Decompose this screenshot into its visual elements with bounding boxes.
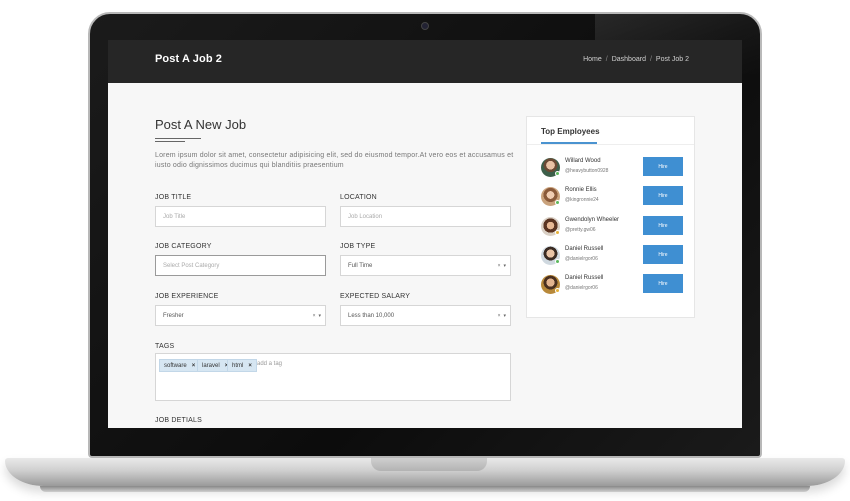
employee-handle: @pretty.gw06 [565,227,596,233]
employee-name: Gwendolyn Wheeler [565,217,620,223]
hire-button[interactable]: Hire [643,245,683,264]
status-dot [555,200,560,205]
tag-label: software [164,362,187,369]
breadcrumb-home[interactable]: Home [583,56,602,63]
breadcrumb-dashboard[interactable]: Dashboard [612,56,646,63]
employee-name: Willard Wood [565,158,601,164]
status-dot [555,259,560,264]
status-dot [555,171,560,176]
title-underline [155,138,201,139]
clear-icon[interactable]: × [498,313,501,319]
form-title: Post A New Job [155,117,247,132]
hire-button[interactable]: Hire [643,186,683,205]
laptop-base-bottom [40,486,810,492]
breadcrumb-separator: / [649,56,652,63]
employee-item: Willard Wood @heavybutton0928 Hire [541,157,686,179]
chevron-down-icon[interactable]: ▾ [503,313,506,319]
employee-name: Ronnie Ellis [565,187,597,193]
hire-button[interactable]: Hire [643,216,683,235]
hire-button[interactable]: Hire [643,274,683,293]
status-dot [555,230,560,235]
breadcrumb-separator: / [605,56,608,63]
chevron-down-icon[interactable]: ▾ [503,263,506,269]
breadcrumb-current: Post Job 2 [655,56,689,63]
employee-handle: @danielrgor06 [565,285,598,291]
chevron-down-icon[interactable]: ▾ [318,313,321,319]
employee-handle: @danielrgor06 [565,256,598,262]
tag-chip: software × [159,359,201,372]
title-underline [155,141,185,142]
laptop-base [5,458,845,486]
page-title: Post A Job 2 [155,53,223,65]
job-category-label: JOB CATEGORY [155,243,212,250]
job-title-input[interactable]: Job Title [155,206,326,227]
base-notch [371,458,487,471]
employee-name: Daniel Russell [565,246,604,252]
employee-item: Ronnie Ellis @kingronnie24 Hire [541,186,686,208]
breadcrumb: Home / Dashboard / Post Job 2 [583,56,689,63]
tag-label: html [232,362,244,369]
tags-input[interactable]: software × laravel × html × add a tag [155,353,511,401]
job-experience-value: Fresher [163,312,184,319]
job-details-label: JOB DETIALS [155,417,202,424]
job-category-select[interactable]: Select Post Category [155,255,326,276]
job-experience-label: JOB EXPERIENCE [155,293,219,300]
status-dot [555,288,560,293]
remove-tag-icon[interactable]: × [248,363,252,369]
job-experience-select[interactable]: Fresher × ▾ [155,305,326,326]
hire-button[interactable]: Hire [643,157,683,176]
employee-handle: @heavybutton0928 [565,168,609,174]
screen: Post A Job 2 Home / Dashboard / Post Job… [108,40,742,428]
tag-label: laravel [202,362,220,369]
location-label: LOCATION [340,194,377,201]
job-type-label: JOB TYPE [340,243,376,250]
form-description: Lorem ipsum dolor sit amet, consectetur … [155,152,514,169]
tag-text-input[interactable]: add a tag [257,361,282,367]
job-title-label: JOB TITLE [155,194,192,201]
card-title: Top Employees [541,127,600,136]
top-employees-card: Top Employees Willard Wood @heavybutton0… [526,116,695,318]
divider [527,144,694,145]
clear-icon[interactable]: × [498,263,501,269]
header-bar: Post A Job 2 Home / Dashboard / Post Job… [108,40,742,83]
job-type-value: Full Time [348,262,373,269]
location-input[interactable]: Job Location [340,206,511,227]
camera-icon [421,22,429,30]
employee-item: Daniel Russell @danielrgor06 Hire [541,274,686,296]
remove-tag-icon[interactable]: × [192,363,196,369]
expected-salary-label: EXPECTED SALARY [340,293,411,300]
employee-handle: @kingronnie24 [565,197,599,203]
employee-item: Gwendolyn Wheeler @pretty.gw06 Hire [541,216,686,238]
job-type-select[interactable]: Full Time × ▾ [340,255,511,276]
expected-salary-value: Less than 10,000 [348,312,395,319]
tag-chip: html × [227,359,257,372]
employee-item: Daniel Russell @danielrgor06 Hire [541,245,686,267]
tags-label: TAGS [155,343,175,350]
clear-icon[interactable]: × [313,313,316,319]
main-content: Post A New Job Lorem ipsum dolor sit ame… [108,83,742,428]
employee-name: Daniel Russell [565,275,604,281]
expected-salary-select[interactable]: Less than 10,000 × ▾ [340,305,511,326]
